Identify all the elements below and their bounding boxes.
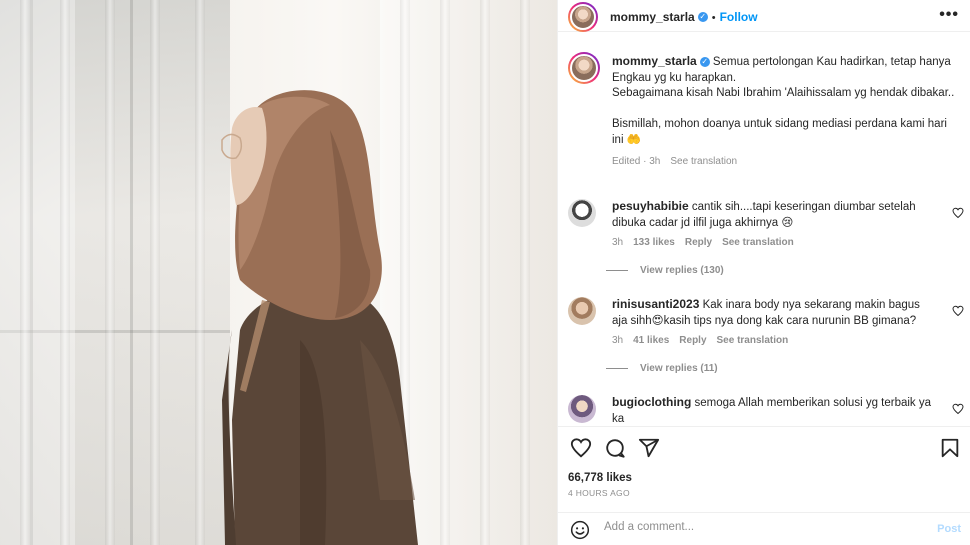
comment-likes[interactable]: 41 likes <box>633 335 669 346</box>
comment-time: 3h <box>612 335 624 346</box>
verified-icon: ✓ <box>699 56 710 67</box>
caption-text: mommy_starla ✓ Semua pertolongan Kau hadi… <box>612 54 957 170</box>
comment-time: 3h <box>612 237 624 248</box>
follow-button[interactable]: Follow <box>720 10 758 24</box>
comments-list[interactable]: mommy_starla ✓ Semua pertolongan Kau hadi… <box>558 44 970 426</box>
comment-body: bugioclothing semoga Allah memberikan so… <box>612 395 937 426</box>
woman-in-hijab-figure <box>221 90 418 545</box>
caption-line: Bismillah, mohon doanya untuk sidang med… <box>612 118 947 146</box>
comment-avatar[interactable] <box>568 395 596 423</box>
header-user-line: mommy_starla ✓ • Follow <box>610 8 758 26</box>
avatar[interactable] <box>568 2 598 32</box>
add-comment-input[interactable] <box>604 521 904 533</box>
see-translation-button[interactable]: See translation <box>722 237 794 248</box>
comment-avatar[interactable] <box>568 199 596 227</box>
replies-divider <box>606 269 628 271</box>
caption-username[interactable]: mommy_starla <box>612 54 697 68</box>
comment-body: pesuyhabibie cantik sih....tapi kesering… <box>612 199 937 251</box>
add-comment-bar: Post <box>558 512 970 545</box>
post-time-ago: 4 HOURS AGO <box>568 488 630 498</box>
like-heart-icon[interactable] <box>570 437 592 459</box>
caption-line: Sebagaimana kisah Nabi Ibrahim 'Alaihiss… <box>612 87 955 99</box>
post-photo[interactable] <box>0 0 557 545</box>
bookmark-save-icon[interactable] <box>939 437 961 459</box>
caption-see-translation[interactable]: See translation <box>670 156 737 167</box>
comment-username[interactable]: rinisusanti2023 <box>612 297 699 311</box>
post-header: mommy_starla ✓ • Follow ••• <box>558 0 970 32</box>
more-options-icon[interactable]: ••• <box>939 6 959 24</box>
comment-bubble-icon[interactable] <box>604 437 626 459</box>
caption-edited: Edited · 3h <box>612 156 661 167</box>
comment-meta: 3h 133 likes Reply See translation <box>612 235 937 251</box>
replies-divider <box>606 367 628 369</box>
post-details-panel: mommy_starla ✓ • Follow ••• mommy_starla ✓ S… <box>557 0 970 545</box>
view-replies-label[interactable]: View replies (130) <box>640 265 724 276</box>
caption-meta: Edited · 3h See translation <box>612 154 957 170</box>
likes-count[interactable]: 66,778 likes <box>568 472 632 484</box>
action-bar <box>558 426 970 466</box>
emoji-smiley-icon[interactable] <box>570 520 590 540</box>
like-heart-icon[interactable] <box>952 207 964 219</box>
comment-avatar[interactable] <box>568 297 596 325</box>
comment-body: rinisusanti2023 Kak inara body nya sekar… <box>612 297 937 349</box>
header-username[interactable]: mommy_starla <box>610 10 695 24</box>
post-comment-button[interactable]: Post <box>937 523 961 535</box>
separator-dot: • <box>711 12 716 24</box>
view-replies-label[interactable]: View replies (11) <box>640 363 718 374</box>
comment-username[interactable]: bugioclothing <box>612 395 691 409</box>
comment-likes[interactable]: 133 likes <box>633 237 675 248</box>
reply-button[interactable]: Reply <box>685 237 712 248</box>
verified-icon: ✓ <box>697 11 708 22</box>
see-translation-button[interactable]: See translation <box>717 335 789 346</box>
view-replies-button[interactable]: View replies (130) <box>606 265 724 276</box>
comment-username[interactable]: pesuyhabibie <box>612 199 689 213</box>
like-heart-icon[interactable] <box>952 403 964 415</box>
view-replies-button[interactable]: View replies (11) <box>606 363 718 374</box>
reply-button[interactable]: Reply <box>679 335 706 346</box>
share-paper-plane-icon[interactable] <box>638 437 660 459</box>
like-heart-icon[interactable] <box>952 305 964 317</box>
caption-avatar[interactable] <box>568 52 600 84</box>
comment-meta: 3h 41 likes Reply See translation <box>612 333 937 349</box>
